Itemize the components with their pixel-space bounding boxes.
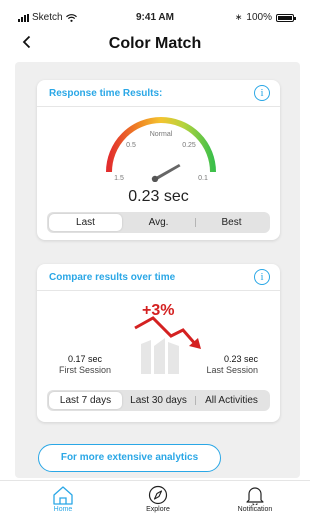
status-bar: Sketch 9:41 AM ∗ 100% [0, 0, 310, 34]
tab-explore-label: Explore [146, 506, 170, 513]
tab-explore[interactable]: Explore [118, 485, 198, 513]
status-right: ∗ 100% [234, 12, 296, 23]
compare-results-card: Compare results over time i +3% 0.17 sec… [37, 264, 280, 422]
last-session: 0.23 sec Last Session [206, 354, 258, 375]
trend-graphic [134, 316, 201, 374]
card-title: Compare results over time [49, 272, 176, 283]
tab-last[interactable]: Last [49, 214, 122, 231]
bell-icon [246, 487, 264, 505]
info-icon[interactable]: i [254, 85, 270, 101]
card-title: Response time Results: [49, 88, 163, 99]
last-session-label: Last Session [206, 365, 258, 375]
tab-last-7-days[interactable]: Last 7 days [49, 392, 122, 409]
tab-home-label: Home [53, 506, 73, 513]
gauge-tick-3: 0.25 [182, 142, 196, 149]
bottom-tab-bar: Home Explore Notification [0, 480, 310, 517]
tab-notification[interactable]: Notification [215, 485, 295, 513]
nav-bar: Color Match [0, 30, 310, 60]
card-header: Compare results over time i [37, 264, 280, 291]
tab-notification-label: Notification [237, 506, 273, 513]
tab-best[interactable]: Best [195, 214, 268, 231]
first-session-label: First Session [59, 365, 112, 375]
gauge-tick-1: 1.5 [114, 175, 124, 182]
first-session-value: 0.17 sec [67, 354, 103, 364]
bar-silhouette [141, 338, 179, 374]
first-session: 0.17 sec First Session [59, 354, 111, 375]
gauge-arc [106, 117, 216, 173]
response-time-card: Response time Results: i Normal 1.5 0.5 … [37, 80, 280, 240]
info-icon[interactable]: i [254, 269, 270, 285]
tab-last-30-days[interactable]: Last 30 days [122, 392, 195, 409]
home-icon [53, 486, 73, 505]
compare-segmented-control: Last 7 days Last 30 days All Activities [47, 390, 270, 411]
battery-label: 100% [246, 12, 272, 23]
last-session-value: 0.23 sec [223, 354, 258, 364]
response-segmented-control: Last Avg. Best [47, 212, 270, 233]
card-header: Response time Results: i [37, 80, 280, 107]
gauge-tick-2: 0.5 [126, 142, 136, 149]
tab-home[interactable]: Home [23, 485, 103, 513]
tab-all-activities[interactable]: All Activities [195, 392, 268, 409]
battery-icon [276, 13, 296, 22]
gauge-value: 0.23 sec [128, 188, 189, 205]
gauge-tick-4: 0.1 [198, 175, 208, 182]
compass-icon [148, 485, 168, 505]
tab-avg[interactable]: Avg. [122, 214, 195, 231]
gauge: Normal 1.5 0.5 0.25 0.1 [106, 117, 216, 182]
bluetooth-icon: ∗ [234, 12, 243, 22]
extensive-analytics-button[interactable]: For more extensive analytics [38, 444, 221, 472]
gauge-center-label: Normal [150, 131, 173, 138]
trend-down-arrow [134, 316, 199, 347]
gauge-needle [151, 164, 181, 182]
page-title: Color Match [108, 35, 202, 52]
